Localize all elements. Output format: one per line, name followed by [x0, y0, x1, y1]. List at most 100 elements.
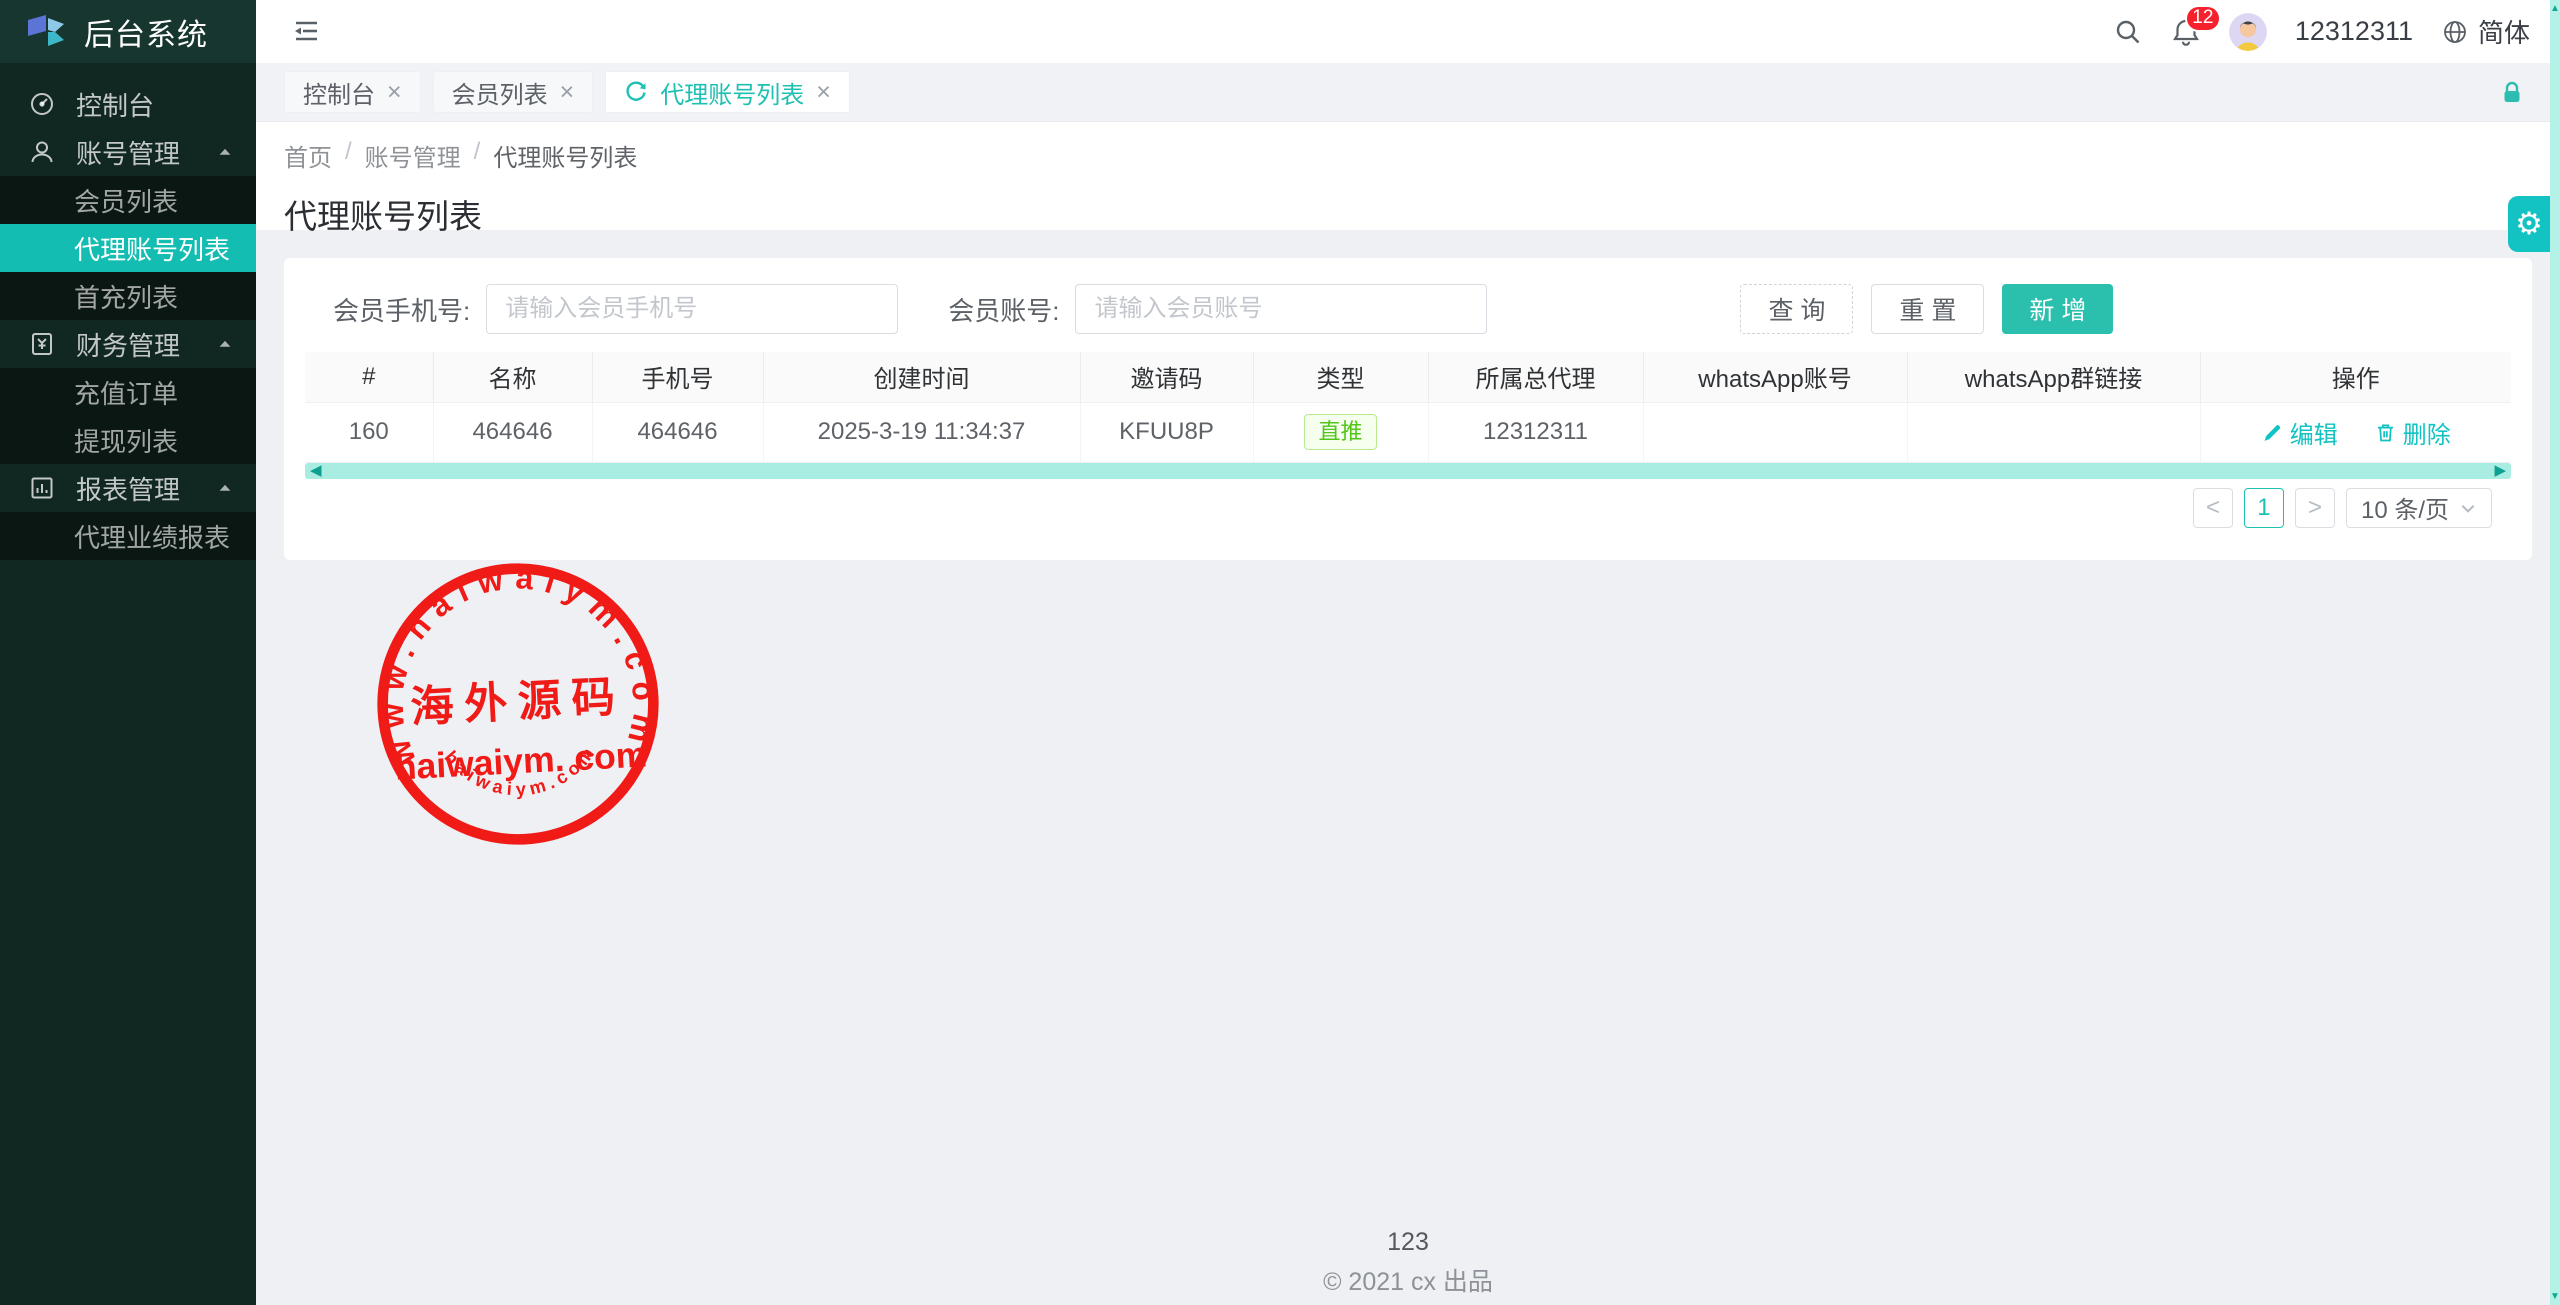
breadcrumb-separator: / — [474, 138, 481, 173]
header-right: 12 12312311 简体 — [2113, 0, 2530, 63]
top-header: 12 12312311 简体 — [256, 0, 2560, 63]
tab-member-list[interactable]: 会员列表 × — [433, 71, 594, 113]
chevron-up-icon — [216, 479, 234, 497]
user-icon — [28, 138, 60, 166]
sidebar-item-label: 代理账号列表 — [74, 230, 230, 267]
search-icon[interactable] — [2113, 17, 2143, 47]
submenu-report: 代理业绩报表 — [0, 512, 256, 560]
col-type: 类型 — [1253, 352, 1428, 402]
sidebar-item-agent-list[interactable]: 代理账号列表 — [0, 224, 256, 272]
close-icon[interactable]: × — [387, 80, 402, 105]
sidebar-item-label: 代理业绩报表 — [74, 518, 230, 555]
account-input[interactable] — [1075, 284, 1487, 334]
close-icon[interactable]: × — [560, 80, 575, 105]
cell-name: 464646 — [433, 402, 592, 462]
breadcrumb-account[interactable]: 账号管理 — [365, 138, 461, 173]
sidebar-item-label: 会员列表 — [74, 182, 178, 219]
page-title: 代理账号列表 — [284, 190, 2560, 238]
pagination: < 1 > 10 条/页 — [324, 488, 2492, 528]
content-card: 会员手机号: 会员账号: 查 询 重 置 新 增 # 名称 手机号 创建时间 — [284, 258, 2532, 560]
sidebar: 后台系统 控制台 账号管理 会员列表 — [0, 0, 256, 1305]
lock-icon[interactable] — [2498, 79, 2526, 107]
add-button[interactable]: 新 增 — [2002, 284, 2113, 334]
delete-button[interactable]: 删除 — [2374, 415, 2451, 450]
sidebar-group-finance[interactable]: 财务管理 — [0, 320, 256, 368]
notification-badge: 12 — [2185, 5, 2221, 32]
scroll-left-icon[interactable]: ◀ — [310, 463, 322, 479]
sidebar-item-recharge-orders[interactable]: 充值订单 — [0, 368, 256, 416]
finance-icon — [28, 330, 60, 358]
globe-icon — [2441, 18, 2469, 46]
sidebar-group-account[interactable]: 账号管理 — [0, 128, 256, 176]
language-label: 简体 — [2478, 13, 2530, 50]
phone-label: 会员手机号: — [333, 291, 470, 328]
close-icon[interactable]: × — [816, 80, 831, 105]
sync-icon[interactable] — [624, 80, 648, 104]
sidebar-item-dashboard[interactable]: 控制台 — [0, 80, 256, 128]
submenu-finance: 充值订单 提现列表 — [0, 368, 256, 464]
page-head: 首页 / 账号管理 / 代理账号列表 代理账号列表 — [256, 122, 2560, 230]
sidebar-group-label: 报表管理 — [76, 470, 180, 507]
logo-icon — [24, 12, 68, 52]
avatar[interactable] — [2229, 13, 2267, 51]
breadcrumb-current: 代理账号列表 — [493, 138, 637, 173]
cell-whatsapp — [1643, 402, 1907, 462]
dashboard-icon — [28, 90, 60, 118]
col-actions: 操作 — [2200, 352, 2511, 402]
footer-copyright: © 2021 cx 出品 — [256, 1262, 2560, 1298]
tab-dashboard[interactable]: 控制台 × — [284, 71, 421, 113]
agent-table: # 名称 手机号 创建时间 邀请码 类型 所属总代理 whatsApp账号 wh… — [305, 352, 2511, 463]
col-index: # — [305, 352, 433, 402]
tab-label: 代理账号列表 — [660, 75, 804, 110]
cell-phone: 464646 — [592, 402, 763, 462]
username[interactable]: 12312311 — [2295, 16, 2413, 47]
watermark-stamp: www.haiwaiym.com 海外源码 haiwaiym. com haiw… — [367, 553, 670, 856]
reset-button[interactable]: 重 置 — [1871, 284, 1984, 334]
col-phone: 手机号 — [592, 352, 763, 402]
page-1-button[interactable]: 1 — [2244, 488, 2284, 528]
tab-bar: 控制台 × 会员列表 × 代理账号列表 × — [256, 63, 2560, 122]
phone-input[interactable] — [486, 284, 898, 334]
table-wrapper: # 名称 手机号 创建时间 邀请码 类型 所属总代理 whatsApp账号 wh… — [305, 352, 2511, 463]
next-page-button[interactable]: > — [2295, 488, 2335, 528]
language-switcher[interactable]: 简体 — [2441, 13, 2530, 50]
delete-label: 删除 — [2403, 415, 2451, 450]
pencil-icon — [2261, 421, 2284, 444]
tab-agent-list[interactable]: 代理账号列表 × — [605, 71, 850, 113]
tab-label: 控制台 — [303, 75, 375, 110]
sidebar-group-report[interactable]: 报表管理 — [0, 464, 256, 512]
sidebar-menu: 控制台 账号管理 会员列表 代理账号列表 首充列表 — [0, 80, 256, 560]
chevron-up-icon — [216, 335, 234, 353]
horizontal-scrollbar[interactable]: ◀ ▶ — [305, 463, 2511, 479]
sidebar-item-withdraw-list[interactable]: 提现列表 — [0, 416, 256, 464]
sidebar-group-label: 财务管理 — [76, 326, 180, 363]
logo: 后台系统 — [0, 0, 256, 63]
breadcrumb: 首页 / 账号管理 / 代理账号列表 — [284, 138, 2560, 173]
breadcrumb-home[interactable]: 首页 — [284, 138, 332, 173]
edit-label: 编辑 — [2290, 415, 2338, 450]
settings-gear-button[interactable]: ⚙ — [2508, 196, 2550, 252]
sidebar-item-agent-report[interactable]: 代理业绩报表 — [0, 512, 256, 560]
scroll-right-icon[interactable]: ▶ — [2494, 463, 2506, 479]
sidebar-item-member-list[interactable]: 会员列表 — [0, 176, 256, 224]
report-icon — [28, 474, 60, 502]
notifications-button[interactable]: 12 — [2171, 17, 2201, 47]
gear-icon: ⚙ — [2515, 206, 2543, 242]
col-whatsapp: whatsApp账号 — [1643, 352, 1907, 402]
trash-icon — [2374, 421, 2397, 444]
cell-index: 160 — [305, 402, 433, 462]
sidebar-item-label: 提现列表 — [74, 422, 178, 459]
prev-page-button[interactable]: < — [2193, 488, 2233, 528]
col-invite: 邀请码 — [1080, 352, 1253, 402]
vertical-scrollbar[interactable]: ▲ ▼ — [2550, 0, 2560, 1305]
edit-button[interactable]: 编辑 — [2261, 415, 2338, 450]
scroll-up-icon[interactable]: ▲ — [2550, 3, 2560, 14]
search-button[interactable]: 查 询 — [1740, 284, 1853, 334]
page-size-select[interactable]: 10 条/页 — [2346, 488, 2492, 528]
tab-label: 会员列表 — [452, 75, 548, 110]
scroll-down-icon[interactable]: ▼ — [2550, 1291, 2560, 1302]
menu-fold-icon[interactable] — [290, 15, 322, 47]
sidebar-item-first-charge[interactable]: 首充列表 — [0, 272, 256, 320]
filter-buttons: 查 询 重 置 新 增 — [1740, 284, 2113, 334]
sidebar-group-label: 账号管理 — [76, 134, 180, 171]
